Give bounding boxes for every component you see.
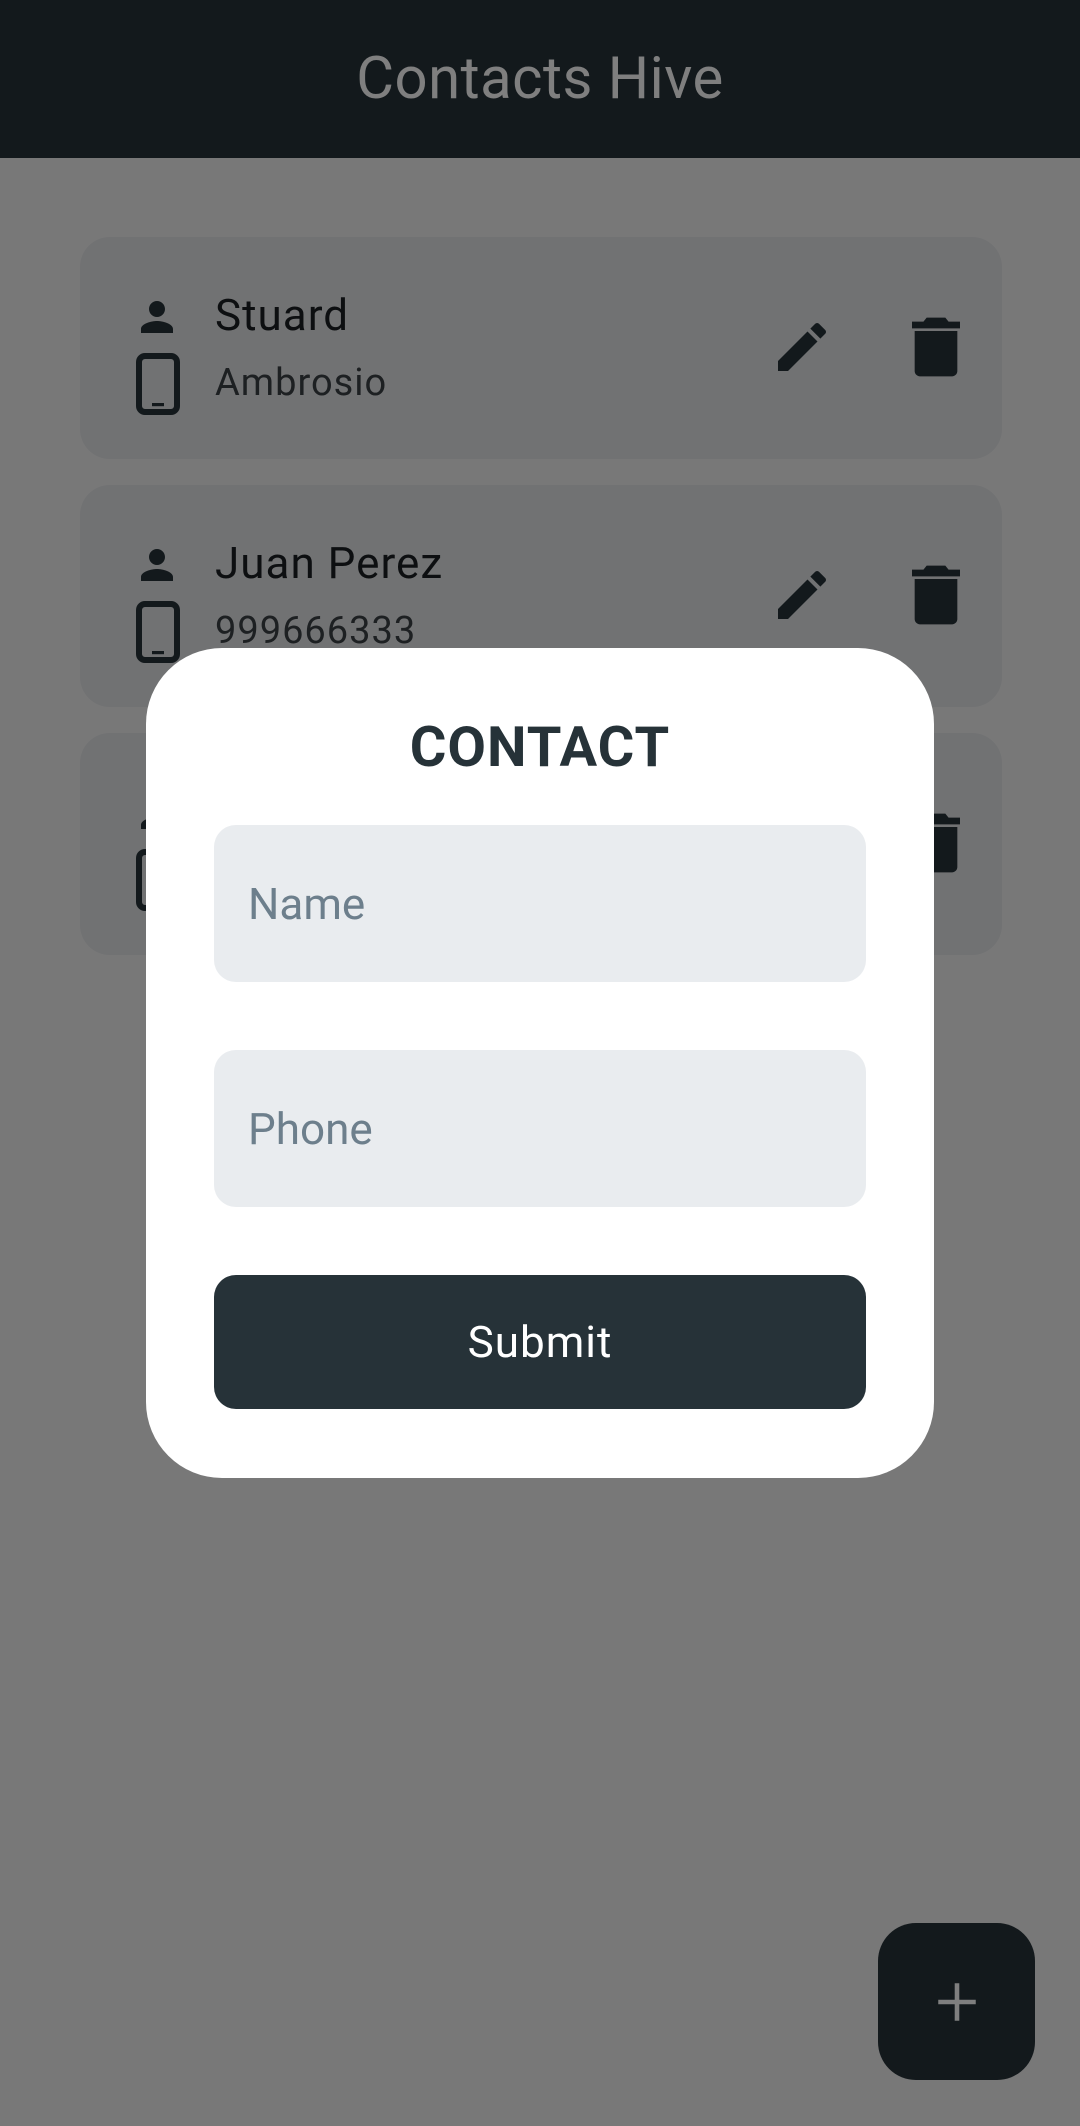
name-input[interactable] [214, 825, 866, 982]
submit-button[interactable]: Submit [214, 1275, 866, 1409]
dialog-title: CONTACT [409, 714, 671, 780]
phone-input[interactable] [214, 1050, 866, 1207]
contact-dialog: CONTACT Submit [146, 648, 934, 1478]
